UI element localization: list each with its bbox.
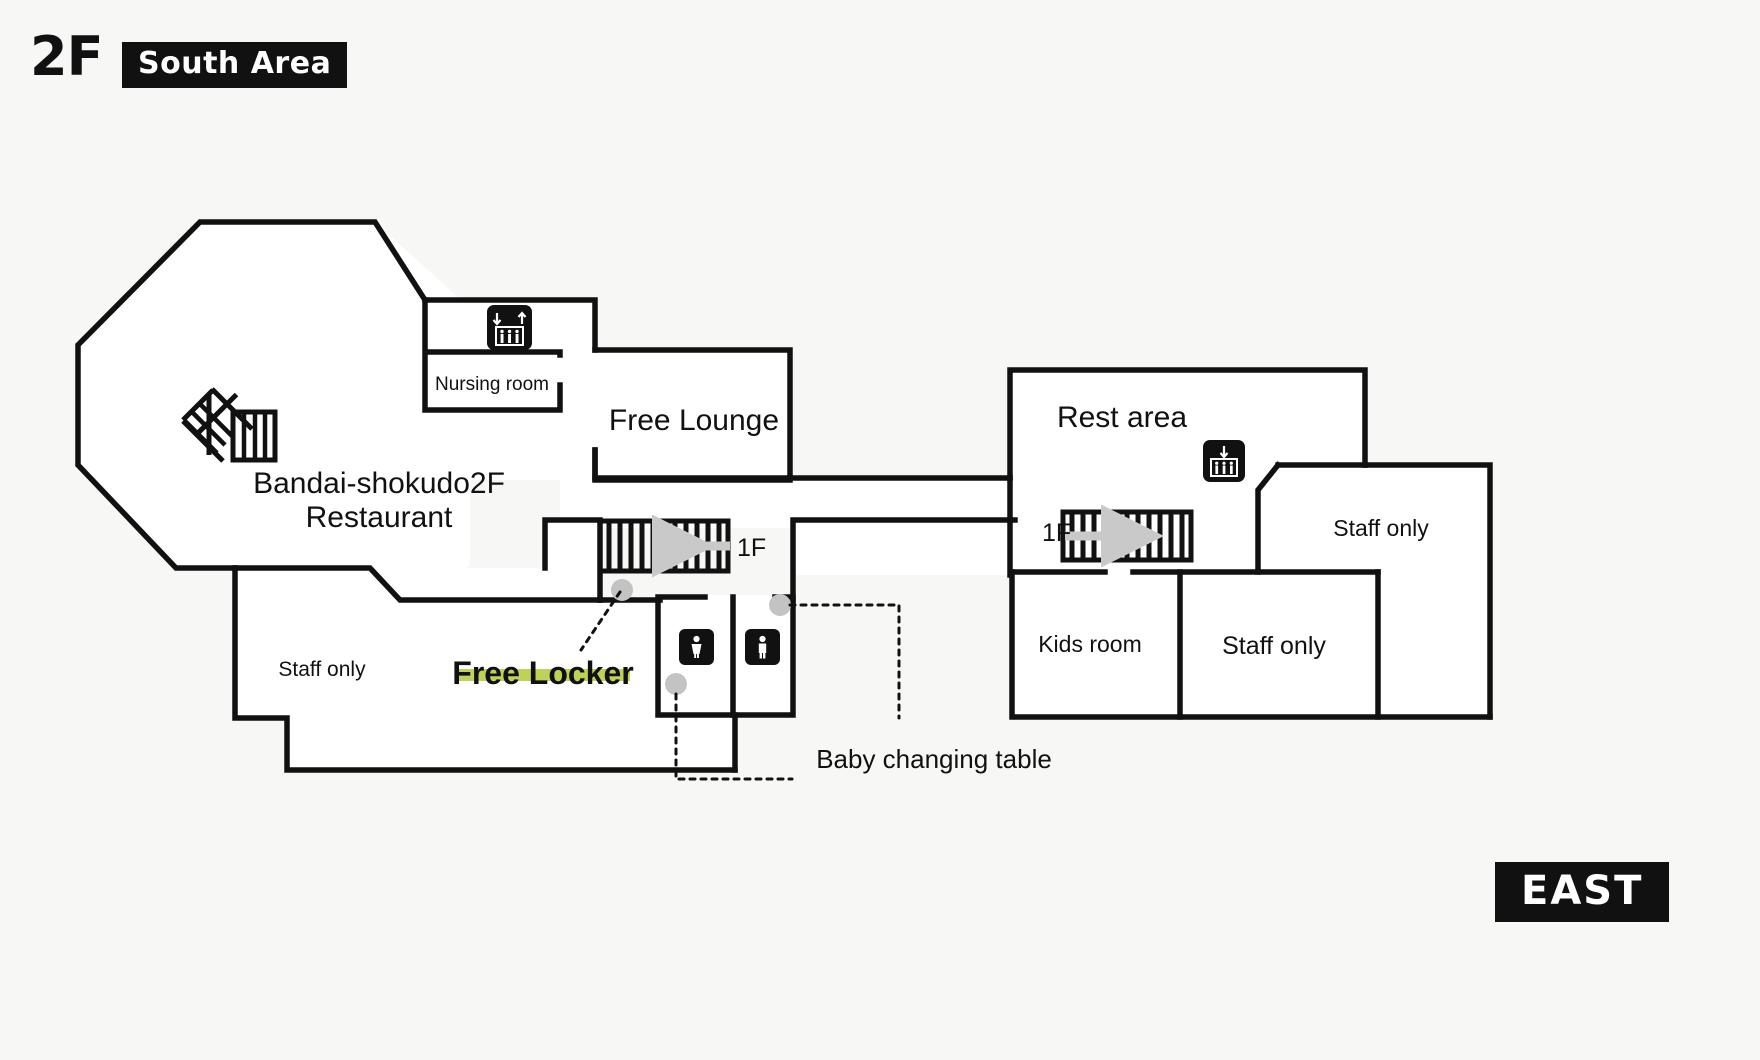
room-label-free-lounge: Free Lounge (609, 404, 779, 437)
room-fill-right-corridor (790, 520, 1020, 575)
callout-label-free-locker: Free Locker (452, 655, 633, 691)
floor-number-label: 2F (30, 25, 103, 88)
marker-dot-free-locker (611, 579, 633, 601)
direction-badge-east: EAST (1495, 862, 1670, 922)
floor-map-canvas: 2F South Area EAST Bandai-shokudo2F Rest… (0, 0, 1760, 1060)
marker-dot-baby-table-upper (769, 594, 791, 616)
leader-baby-table-upper (788, 603, 901, 720)
room-label-staff-only-right-upper: Staff only (1333, 515, 1429, 541)
room-label-restaurant-line2: Restaurant (306, 501, 453, 534)
stairs-icon-right (1060, 504, 1194, 568)
stairs-icon-left (597, 514, 731, 578)
area-badge: South Area (122, 42, 348, 88)
toilet-men-icon (745, 629, 780, 665)
room-label-rest-area: Rest area (1057, 401, 1187, 434)
room-label-kids-room: Kids room (1038, 631, 1142, 657)
stairs-label-1f-left: 1F (737, 534, 766, 562)
elevator-down-icon (1203, 440, 1245, 482)
toilet-women-icon (679, 629, 714, 665)
room-label-staff-only-left: Staff only (278, 658, 366, 681)
callout-label-baby-changing-table: Baby changing table (816, 744, 1052, 774)
marker-dot-baby-table-lower (665, 673, 687, 695)
room-label-restaurant-line1: Bandai-shokudo2F (253, 467, 505, 500)
stairs-label-1f-right: 1F (1042, 519, 1071, 547)
room-label-staff-only-right-lower: Staff only (1222, 632, 1326, 660)
elevator-up-down-icon (487, 305, 532, 350)
room-label-nursing-room: Nursing room (435, 374, 549, 395)
